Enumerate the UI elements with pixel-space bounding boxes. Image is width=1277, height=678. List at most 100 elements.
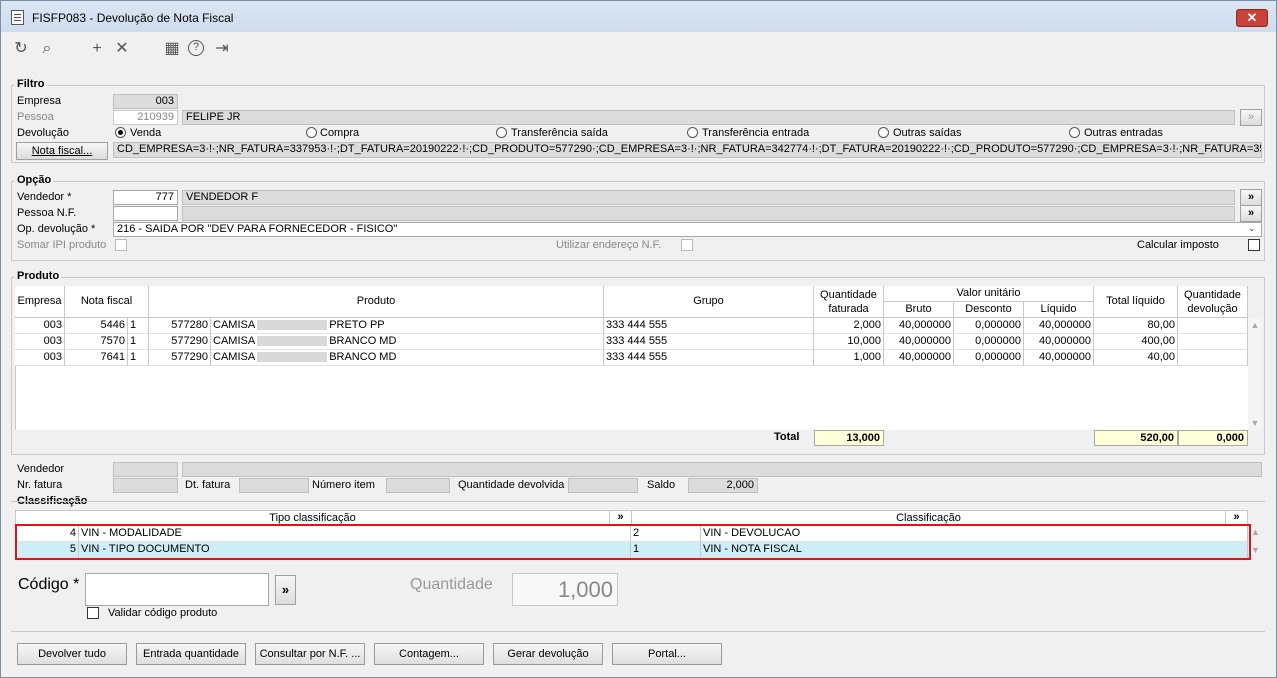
col-qtd-faturada[interactable]: Quantidade faturada xyxy=(814,286,884,318)
cell-grupo: 333 444 555 xyxy=(604,318,814,334)
quantidade-label: Quantidade xyxy=(410,576,493,593)
produto-title: Produto xyxy=(15,270,62,282)
help-icon[interactable]: ? xyxy=(188,40,204,56)
cell-qtd: 10,000 xyxy=(814,334,884,350)
nr-fatura-label: Nr. fatura xyxy=(17,479,63,491)
consultar-nf-button[interactable]: Consultar por N.F. ... xyxy=(255,643,365,665)
col-produto[interactable]: Produto xyxy=(149,286,604,318)
col-bruto[interactable]: Bruto xyxy=(884,302,954,318)
chevron-down-icon[interactable]: ⌄ xyxy=(1248,223,1256,234)
endereco-nf-checkbox[interactable] xyxy=(681,239,693,251)
nota-fiscal-field: CD_EMPRESA=3·!·;NR_FATURA=337953·!·;DT_F… xyxy=(113,142,1262,158)
saldo-field: 2,000 xyxy=(688,478,758,493)
empresa-label: Empresa xyxy=(17,95,62,107)
search-icon[interactable]: ⌕ xyxy=(38,40,56,58)
col-liquido[interactable]: Líquido xyxy=(1024,302,1094,318)
produto-scrollbar[interactable]: ▲ ▼ xyxy=(1248,318,1262,430)
vendedor-detail-name xyxy=(182,462,1262,477)
cell-devolucao[interactable] xyxy=(1178,350,1248,366)
cell-empresa: 003 xyxy=(15,350,65,366)
cell-seq: 1 xyxy=(128,350,149,366)
radio-outras-saidas[interactable] xyxy=(878,127,889,138)
classificacao-more-button[interactable]: » xyxy=(1226,510,1248,525)
radio-transferencia-entrada-label: Transferência entrada xyxy=(702,127,810,139)
col-classificacao[interactable]: Classificação xyxy=(632,510,1226,525)
redacted-block xyxy=(257,352,328,363)
exit-icon[interactable]: ⇥ xyxy=(213,40,231,58)
cell-produto: CAMISA PRETO PP xyxy=(211,318,604,334)
pessoa-lookup-button[interactable]: » xyxy=(1240,109,1262,126)
quantidade-devolvida-field xyxy=(568,478,638,493)
tipo-more-button[interactable]: » xyxy=(610,510,632,525)
close-button[interactable]: ✕ xyxy=(1236,9,1268,27)
gerar-devolucao-button[interactable]: Gerar devolução xyxy=(493,643,603,665)
entrada-quantidade-button[interactable]: Entrada quantidade xyxy=(136,643,246,665)
col-empresa[interactable]: Empresa xyxy=(15,286,65,318)
radio-transferencia-saida[interactable] xyxy=(496,127,507,138)
calcular-imposto-checkbox[interactable] xyxy=(1248,239,1260,251)
saldo-label: Saldo xyxy=(647,479,676,491)
nota-fiscal-button[interactable]: Nota fiscal... xyxy=(16,142,108,160)
cell-total: 80,00 xyxy=(1094,318,1178,334)
codigo-input[interactable] xyxy=(85,573,269,606)
col-qtd-devolucao-line2: devolução xyxy=(1187,303,1238,315)
cell-seq: 1 xyxy=(128,334,149,350)
total-label: Total xyxy=(774,431,800,443)
vendedor-lookup-button[interactable]: » xyxy=(1240,189,1262,206)
codigo-lookup-button[interactable]: » xyxy=(275,575,296,605)
add-icon[interactable]: + xyxy=(88,40,106,58)
col-tipo-classificacao[interactable]: Tipo classificação xyxy=(15,510,610,525)
op-devolucao-select[interactable]: 216 - SAIDA POR "DEV PARA FORNECEDOR - F… xyxy=(113,222,1262,237)
radio-transferencia-entrada[interactable] xyxy=(687,127,698,138)
portal-button[interactable]: Portal... xyxy=(612,643,722,665)
contagem-button[interactable]: Contagem... xyxy=(374,643,484,665)
cell-produto-desc2: BRANCO MD xyxy=(329,335,397,347)
cell-devolucao[interactable] xyxy=(1178,318,1248,334)
cell-desconto: 0,000000 xyxy=(954,350,1024,366)
cell-nota: 7570 xyxy=(65,334,128,350)
cell-devolucao[interactable] xyxy=(1178,334,1248,350)
col-qtd-devolucao[interactable]: Quantidade devolução xyxy=(1178,286,1248,318)
col-nota-fiscal[interactable]: Nota fiscal xyxy=(65,286,149,318)
codigo-label: Código * xyxy=(18,576,80,593)
highlight-box xyxy=(15,524,1251,560)
cell-produto: CAMISA BRANCO MD xyxy=(211,350,604,366)
col-desconto[interactable]: Desconto xyxy=(954,302,1024,318)
pessoa-nf-code-field[interactable] xyxy=(113,206,178,221)
col-grupo[interactable]: Grupo xyxy=(604,286,814,318)
calcular-imposto-label: Calcular imposto xyxy=(1137,239,1219,251)
cell-qtd: 1,000 xyxy=(814,350,884,366)
empresa-field[interactable]: 003 xyxy=(113,94,178,109)
total-quantidade: 13,000 xyxy=(814,430,884,446)
vendedor-code-field[interactable]: 777 xyxy=(113,190,178,205)
pessoa-nf-lookup-button[interactable]: » xyxy=(1240,205,1262,222)
somar-ipi-checkbox[interactable] xyxy=(115,239,127,251)
pessoa-nf-name-field xyxy=(182,206,1235,221)
vendedor-detail-label: Vendedor xyxy=(17,463,65,475)
radio-venda[interactable] xyxy=(115,127,126,138)
quantidade-field: 1,000 xyxy=(512,573,618,606)
cell-produto-desc1: CAMISA xyxy=(213,319,256,331)
class-scroll-down-icon[interactable]: ▼ xyxy=(1251,545,1260,555)
calendar-icon[interactable]: ▦ xyxy=(163,40,181,58)
endereco-nf-label: Utilizar endereço N.F. xyxy=(556,239,662,251)
col-total-liquido[interactable]: Total líquido xyxy=(1094,286,1178,318)
validar-codigo-checkbox[interactable] xyxy=(87,607,99,619)
pessoa-code-field[interactable]: 210939 xyxy=(113,110,178,125)
devolver-tudo-button[interactable]: Devolver tudo xyxy=(17,643,127,665)
cell-produto-desc1: CAMISA xyxy=(213,351,256,363)
col-qtd-faturada-line2: faturada xyxy=(828,303,869,315)
cancel-icon[interactable]: ✕ xyxy=(113,40,131,58)
vendedor-detail-code xyxy=(113,462,178,477)
vendedor-label: Vendedor * xyxy=(17,191,72,203)
scroll-down-icon[interactable]: ▼ xyxy=(1248,418,1262,428)
cell-produto-desc1: CAMISA xyxy=(213,335,256,347)
class-scroll-up-icon[interactable]: ▲ xyxy=(1251,527,1260,537)
cell-produto-desc2: PRETO PP xyxy=(329,319,385,331)
radio-outras-entradas[interactable] xyxy=(1069,127,1080,138)
refresh-icon[interactable]: ↻ xyxy=(12,40,30,58)
cell-empresa: 003 xyxy=(15,318,65,334)
scroll-up-icon[interactable]: ▲ xyxy=(1248,320,1262,330)
radio-compra[interactable] xyxy=(306,127,317,138)
col-valor-unitario: Valor unitário xyxy=(884,286,1094,302)
